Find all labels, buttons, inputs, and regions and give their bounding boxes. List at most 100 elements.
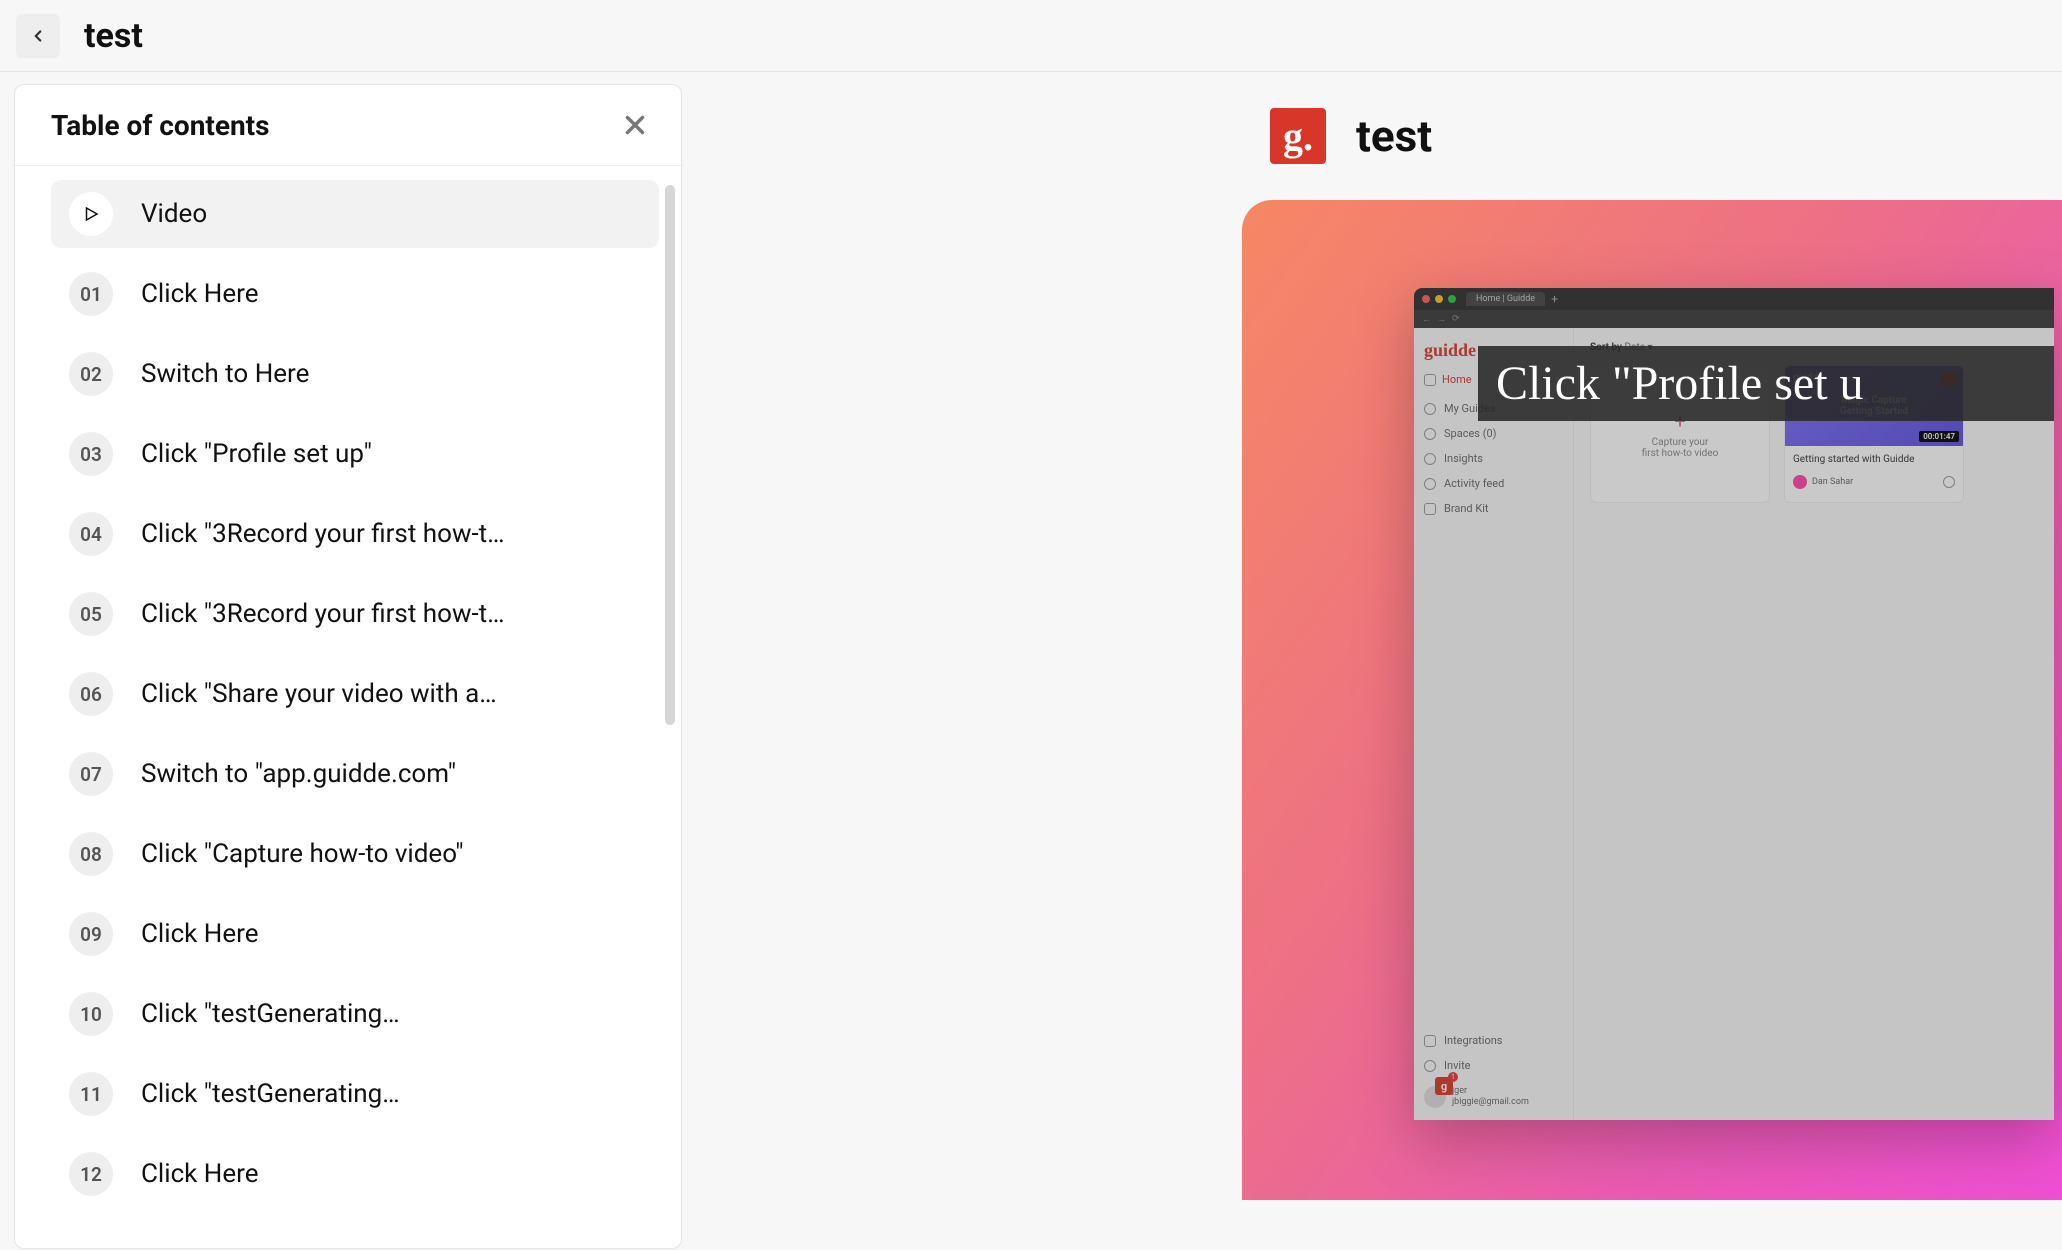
toc-item[interactable]: 11 Click "testGenerating…: [51, 1060, 659, 1128]
toc-item-label: Click "3Record your first how-t…: [141, 599, 505, 629]
activity-icon: [1424, 478, 1436, 490]
toc-item-label: Click Here: [141, 279, 259, 309]
mock-nav-item: Brand Kit: [1424, 496, 1563, 521]
step-caption-overlay: Click "Profile set u: [1478, 346, 2054, 421]
toc-item[interactable]: 08 Click "Capture how-to video": [51, 820, 659, 888]
page-title: test: [84, 16, 143, 56]
traffic-lights: [1422, 295, 1456, 303]
guidde-logo: g.: [1270, 108, 1326, 164]
step-number-badge: 07: [69, 752, 113, 796]
badge-count: 1: [1448, 1072, 1458, 1082]
preview-header: g. test: [1270, 108, 2062, 164]
preview-slide[interactable]: Home | Guidde + ← → ⟳ guidde Home: [1242, 200, 2062, 1200]
reload-icon: ⟳: [1452, 314, 1460, 324]
toc-item-label: Click "Share your video with a…: [141, 679, 497, 709]
mock-nav-item: Insights: [1424, 446, 1563, 471]
content-area: Table of contents Video 01 Click Here 02…: [0, 72, 2062, 1250]
step-number-badge: 05: [69, 592, 113, 636]
mock-nav-item: Integrations: [1424, 1028, 1563, 1053]
back-button[interactable]: [16, 14, 60, 58]
integrations-icon: [1424, 1035, 1436, 1047]
user-info: jger jbiggie@gmail.com: [1452, 1086, 1529, 1108]
toc-item-video[interactable]: Video: [51, 180, 659, 248]
toc-item-label: Video: [141, 199, 207, 229]
step-number-badge: 06: [69, 672, 113, 716]
toc-heading: Table of contents: [51, 109, 270, 142]
preview-area: g. test Home | Guidde + ← → ⟳: [682, 72, 2062, 1250]
chevron-left-icon: [29, 27, 47, 45]
toc-item-label: Switch to "app.guidde.com": [141, 759, 456, 789]
mock-nav-item: Invite: [1424, 1053, 1563, 1078]
step-number-badge: 01: [69, 272, 113, 316]
mock-user-block: g 1 jger jbiggie@gmail.com: [1424, 1086, 1563, 1108]
toc-item[interactable]: 02 Switch to Here: [51, 340, 659, 408]
toc-item[interactable]: 03 Click "Profile set up": [51, 420, 659, 488]
toc-item-label: Click "3Record your first how-t…: [141, 519, 505, 549]
home-icon: [1424, 374, 1436, 386]
toc-item-label: Click "testGenerating…: [141, 999, 400, 1029]
step-number-badge: 03: [69, 432, 113, 476]
mock-sidebar-bottom: Integrations Invite g 1: [1424, 1018, 1563, 1108]
toc-item[interactable]: 07 Switch to "app.guidde.com": [51, 740, 659, 808]
toc-item-label: Click Here: [141, 919, 259, 949]
toc-item[interactable]: 10 Click "testGenerating…: [51, 980, 659, 1048]
author-left: Dan Sahar: [1793, 475, 1853, 489]
card-title: Getting started with Guidde: [1793, 454, 1955, 465]
card-author-row: Dan Sahar: [1793, 475, 1955, 489]
card-body: Getting started with Guidde Dan Sahar: [1785, 446, 1963, 497]
toc-item-label: Click "testGenerating…: [141, 1079, 400, 1109]
toc-item[interactable]: 01 Click Here: [51, 260, 659, 328]
toc-item-label: Click "Capture how-to video": [141, 839, 464, 869]
toc-list[interactable]: Video 01 Click Here 02 Switch to Here 03…: [15, 166, 681, 1248]
step-number-badge: 10: [69, 992, 113, 1036]
toc-item-label: Click "Profile set up": [141, 439, 372, 469]
mock-browser-window: Home | Guidde + ← → ⟳ guidde Home: [1414, 288, 2054, 1120]
step-number-badge: 09: [69, 912, 113, 956]
toc-item-label: Switch to Here: [141, 359, 309, 389]
browser-tab: Home | Guidde: [1466, 292, 1545, 306]
toc-scrollbar[interactable]: [665, 185, 675, 725]
toc-item[interactable]: 12 Click Here: [51, 1140, 659, 1208]
mock-app-body: guidde Home My Guides Spaces (0): [1414, 328, 2054, 1120]
toc-item[interactable]: 09 Click Here: [51, 900, 659, 968]
duration-badge: 00:01:47: [1919, 431, 1959, 442]
insights-icon: [1424, 453, 1436, 465]
step-number-badge: 11: [69, 1072, 113, 1116]
step-number-badge: 12: [69, 1152, 113, 1196]
mock-titlebar: Home | Guidde +: [1414, 288, 2054, 310]
play-icon: [82, 205, 100, 223]
spaces-icon: [1424, 428, 1436, 440]
close-icon: [620, 110, 650, 140]
maximize-dot-icon: [1448, 295, 1456, 303]
step-number-badge: 02: [69, 352, 113, 396]
minimize-dot-icon: [1435, 295, 1443, 303]
toc-item[interactable]: 06 Click "Share your video with a…: [51, 660, 659, 728]
toc-close-button[interactable]: [617, 107, 653, 143]
topbar: test: [0, 0, 2062, 72]
toc-panel: Table of contents Video 01 Click Here 02…: [14, 84, 682, 1249]
nav-arrow-icon: ←: [1422, 314, 1431, 325]
mock-nav-item: Spaces (0): [1424, 421, 1563, 446]
globe-icon: [1943, 476, 1955, 488]
notification-badge: g 1: [1434, 1076, 1454, 1096]
step-number-badge: 08: [69, 832, 113, 876]
play-badge: [69, 192, 113, 236]
new-tab-icon: +: [1551, 292, 1558, 306]
author-avatar: [1793, 475, 1807, 489]
step-number-badge: 04: [69, 512, 113, 556]
preview-title: test: [1356, 110, 1432, 162]
guides-icon: [1424, 403, 1436, 415]
mock-nav-item: Activity feed: [1424, 471, 1563, 496]
close-dot-icon: [1422, 295, 1430, 303]
invite-icon: [1424, 1060, 1436, 1072]
mock-urlbar: ← → ⟳: [1414, 310, 2054, 328]
mock-sidebar: guidde Home My Guides Spaces (0): [1414, 328, 1574, 1120]
logo-glyph: g.: [1283, 113, 1313, 160]
toc-item[interactable]: 04 Click "3Record your first how-t…: [51, 500, 659, 568]
toc-item[interactable]: 05 Click "3Record your first how-t…: [51, 580, 659, 648]
toc-header: Table of contents: [15, 85, 681, 166]
toc-item-label: Click Here: [141, 1159, 259, 1189]
nav-arrow-icon: →: [1437, 314, 1446, 325]
mock-main: Sort by Date ▾ + Capture your first how-…: [1574, 328, 2054, 1120]
brandkit-icon: [1424, 503, 1436, 515]
